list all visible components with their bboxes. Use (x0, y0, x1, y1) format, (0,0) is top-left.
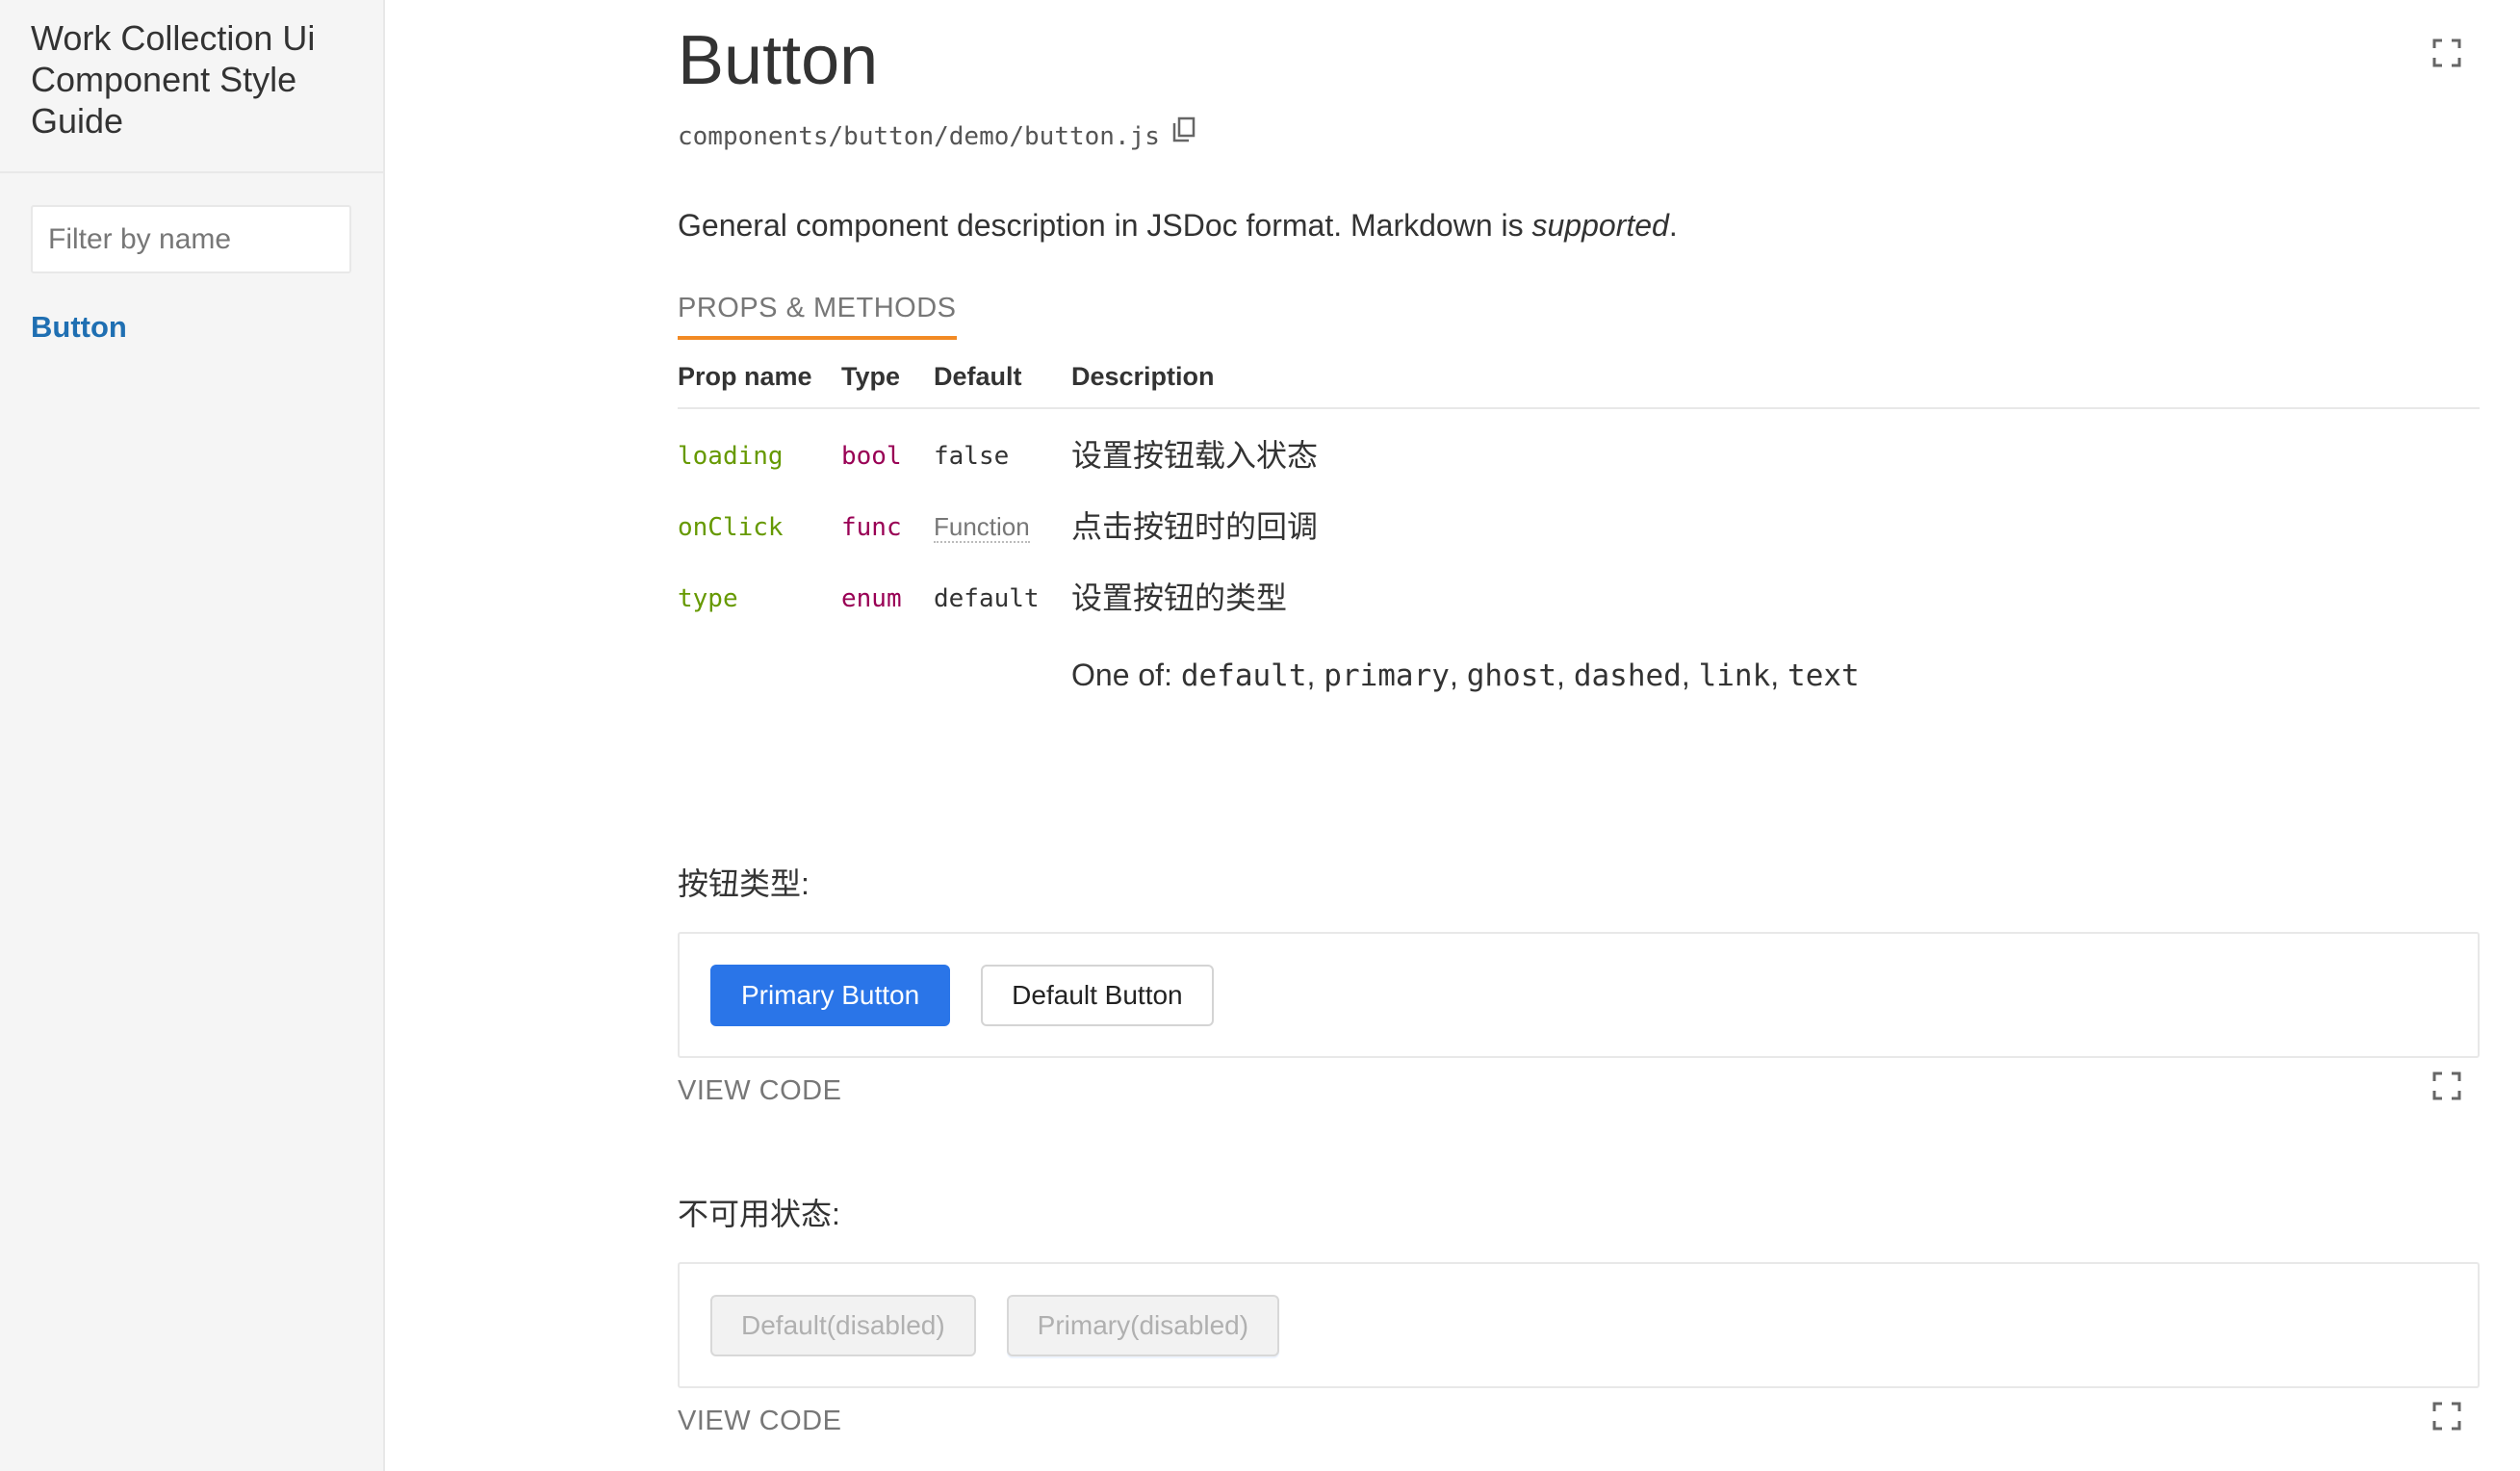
prop-description: 设置按钮的类型 (1071, 581, 1288, 615)
prop-type: enum (841, 584, 902, 613)
prop-name: type (678, 584, 738, 613)
style-guide-title[interactable]: Work Collection Ui Component Style Guide (0, 0, 383, 173)
props-table-header: Prop name Type Default Description (678, 360, 2480, 409)
example-preview-disabled: Default(disabled) Primary(disabled) (678, 1262, 2480, 1388)
description-text: General component description in JSDoc f… (678, 208, 1532, 243)
sidebar: Work Collection Ui Component Style Guide… (0, 0, 385, 1471)
page-title: Button (678, 22, 879, 99)
primary-button[interactable]: Primary Button (710, 964, 951, 1026)
component-path: components/button/demo/button.js (678, 116, 1196, 156)
fullscreen-icon[interactable] (2432, 1071, 2461, 1100)
view-code-button-types[interactable]: VIEW CODE (678, 1075, 841, 1107)
header-prop-name: Prop name (678, 360, 841, 409)
fullscreen-icon[interactable] (2432, 39, 2461, 67)
prop-name: loading (678, 442, 784, 471)
prop-type: bool (841, 442, 902, 471)
description-suffix: . (1668, 208, 1678, 243)
main-content: Button components/button/demo/button.js … (678, 0, 2520, 1471)
sidebar-item-button[interactable]: Button (31, 310, 383, 345)
table-row: onClick func Function 点击按钮时的回调 (678, 480, 2480, 552)
header-description: Description (1071, 360, 2480, 409)
prop-description: 设置按钮载入状态 (1071, 438, 1319, 473)
example-heading-disabled: 不可用状态: (678, 1197, 840, 1231)
table-row: type enum default 设置按钮的类型 One of: defaul… (678, 552, 2480, 699)
example-heading-button-types: 按钮类型: (678, 866, 810, 901)
fullscreen-icon[interactable] (2432, 1402, 2461, 1431)
prop-default-function[interactable]: Function (934, 512, 1030, 543)
default-disabled-button: Default(disabled) (710, 1294, 976, 1356)
filter-input[interactable] (31, 205, 351, 273)
default-button[interactable]: Default Button (981, 964, 1214, 1026)
props-table: Prop name Type Default Description loadi… (678, 360, 2480, 699)
enum-value: link (1698, 658, 1771, 693)
header-default: Default (934, 360, 1071, 409)
header-type: Type (841, 360, 934, 409)
filter-container (0, 173, 383, 273)
tab-props-methods[interactable]: PROPS & METHODS (678, 293, 957, 340)
enum-value: ghost (1466, 658, 1557, 693)
component-description: General component description in JSDoc f… (678, 202, 1678, 248)
copy-icon[interactable] (1171, 116, 1196, 143)
description-emphasis: supported (1531, 208, 1669, 243)
enum-value: primary (1324, 658, 1450, 693)
prop-description: 点击按钮时的回调 (1071, 509, 1319, 544)
component-path-text: components/button/demo/button.js (678, 122, 1160, 151)
enum-value: text (1787, 658, 1860, 693)
one-of-label: One of: (1071, 658, 1181, 692)
primary-disabled-button: Primary(disabled) (1006, 1294, 1280, 1356)
example-preview-button-types: Primary Button Default Button (678, 932, 2480, 1058)
enum-value: dashed (1573, 658, 1682, 693)
prop-type: func (841, 513, 902, 542)
enum-values: One of: default, primary, ghost, dashed,… (1071, 658, 1860, 693)
view-code-disabled[interactable]: VIEW CODE (678, 1406, 841, 1437)
prop-default: false (934, 442, 1010, 471)
enum-value: default (1180, 658, 1307, 693)
prop-default: default (934, 584, 1040, 613)
table-row: loading bool false 设置按钮载入状态 (678, 408, 2480, 480)
prop-name: onClick (678, 513, 784, 542)
